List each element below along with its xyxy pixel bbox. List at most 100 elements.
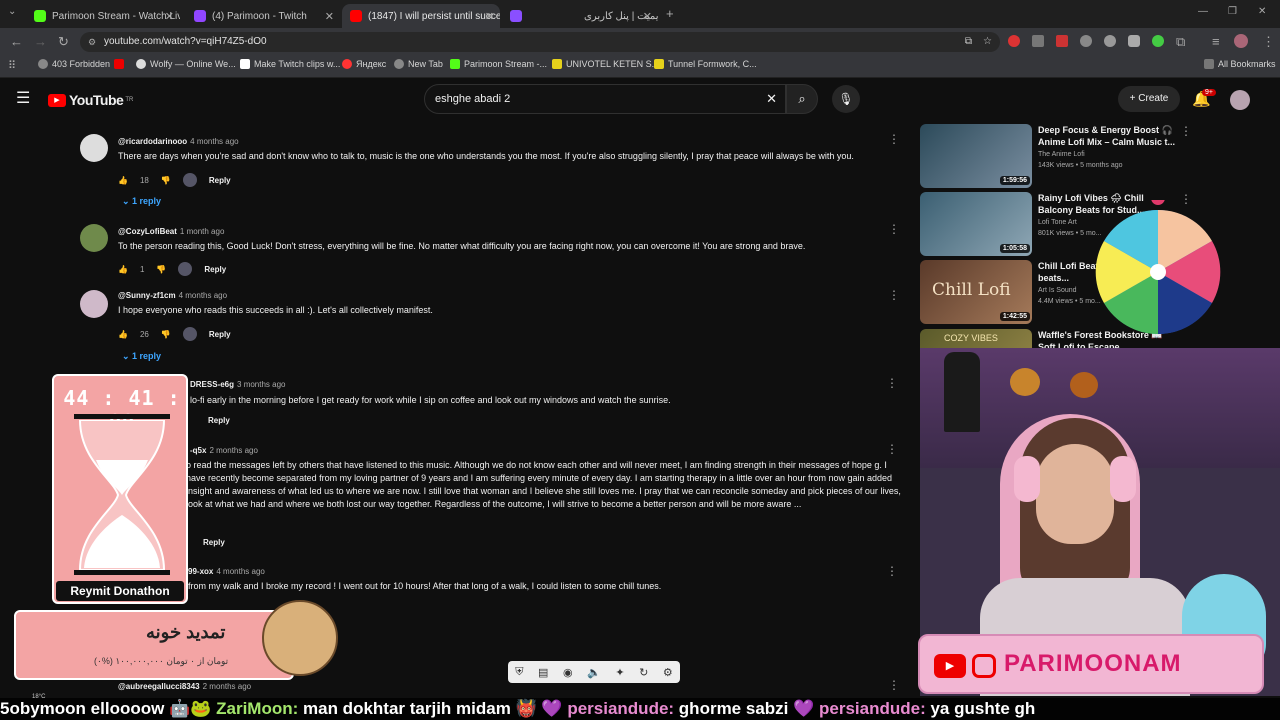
comment-author[interactable]: 99-xox [188,567,213,576]
comment-author[interactable]: @ricardodarinooo [118,137,187,146]
comment-time[interactable]: 1 month ago [180,227,224,236]
close-icon[interactable]: ✕ [643,10,652,23]
menu-icon[interactable]: ⋮ [1262,34,1275,50]
clear-search-icon[interactable]: ✕ [766,85,777,113]
comment-time[interactable]: 4 months ago [190,137,238,146]
extension-icon[interactable] [1104,35,1116,47]
bookmark-item[interactable]: UNIVOTEL KETEN S... [552,59,659,69]
bookmark-item[interactable]: Яндекс [342,59,386,69]
maximize-icon[interactable]: ❐ [1228,6,1237,17]
more-icon[interactable]: ⋮ [888,288,900,302]
more-icon[interactable]: ⋮ [886,442,898,456]
comment-author[interactable]: -q5x [190,446,206,455]
video-thumbnail[interactable]: COZY VIBES [920,329,1032,349]
star-icon[interactable]: ☆ [983,32,992,52]
volume-icon[interactable]: 🔈 [587,666,601,679]
search-input[interactable]: eshghe abadi 2 ✕ [424,84,786,114]
tab-twitch[interactable]: (4) Parimoon - Twitch ✕ [186,4,340,28]
new-tab-icon[interactable]: + [666,6,674,21]
cast-icon[interactable]: ⧉ [965,32,972,52]
comment-time[interactable]: 4 months ago [216,567,264,576]
video-title[interactable]: Deep Focus & Energy Boost 🎧 Anime Lofi M… [1038,124,1178,148]
dislike-icon[interactable]: 👎 [161,176,171,185]
reply-button[interactable]: Reply [209,176,231,185]
video-thumbnail[interactable]: 1:59:56 [920,124,1032,188]
puzzle-icon[interactable]: ⧉ [1176,34,1185,50]
like-icon[interactable]: 👍 [118,265,128,274]
replies-toggle[interactable]: ⌄ 1 reply [122,196,161,207]
reply-button[interactable]: Reply [203,538,225,547]
window-close-icon[interactable]: ✕ [1258,6,1266,17]
apps-icon[interactable]: ⠿ [8,59,16,72]
avatar[interactable] [80,290,108,318]
replies-toggle[interactable]: ⌄ 1 reply [122,351,161,362]
video-thumbnail[interactable]: Chill Lofi 1:42:55 [920,260,1032,324]
bookmark-item[interactable]: Parimoon Stream -... [450,59,547,69]
comment-time[interactable]: 2 months ago [203,682,251,691]
bookmark-item[interactable]: 403 Forbidden [38,59,110,69]
dislike-icon[interactable]: 👎 [161,330,171,339]
video-thumbnail[interactable]: 1:05:58 [920,192,1032,256]
avatar[interactable] [80,224,108,252]
more-icon[interactable]: ⋮ [1180,124,1192,138]
more-icon[interactable]: ⋮ [888,678,900,692]
create-button[interactable]: + Create [1118,86,1180,112]
voice-search-button[interactable]: 🎙 [832,85,860,113]
comment-author[interactable]: @aubreegallucci8343 [118,682,200,691]
dislike-icon[interactable]: 👎 [156,265,166,274]
refresh-icon[interactable]: ↻ [639,666,648,679]
clapper-icon[interactable]: ▤ [538,666,548,679]
reload-icon[interactable]: ↻ [58,34,69,50]
more-icon[interactable]: ⋮ [886,564,898,578]
hamburger-icon[interactable]: ☰ [16,88,30,108]
extension-icon[interactable] [1008,35,1020,47]
more-icon[interactable]: ⋮ [886,376,898,390]
tab-kick[interactable]: Parimoon Stream - Watch Live ... ✕ [26,4,180,28]
tab-reymit[interactable]: زیمیت | پنل کاربری ✕ [502,4,658,28]
close-icon[interactable]: ✕ [485,10,494,23]
extension-icon[interactable] [1032,35,1044,47]
video-channel[interactable]: Art Is Sound [1038,287,1077,294]
shield-icon[interactable]: ⛨ [515,666,523,679]
extension-icon[interactable] [1152,35,1164,47]
bookmark-item[interactable]: Wolfy — Online We... [136,59,236,69]
bookmark-item[interactable]: Tunnel Formwork, C... [654,59,757,69]
comment-author[interactable]: @Sunny-zf1cm [118,291,176,300]
comment-author[interactable]: DRESS-e6g [190,380,234,389]
more-icon[interactable]: ⋮ [888,132,900,146]
tab-groups-icon[interactable]: ≡ [1212,34,1220,49]
reply-button[interactable]: Reply [204,265,226,274]
like-icon[interactable]: 👍 [118,176,128,185]
reply-button[interactable]: Reply [209,330,231,339]
extension-icon[interactable] [1056,35,1068,47]
more-icon[interactable]: ⋮ [888,222,900,236]
url-bar[interactable]: ⚙ youtube.com/watch?v=qiH74Z5-dO0 ⧉ ☆ [80,32,1000,52]
profile-avatar[interactable] [1234,34,1248,48]
comment-time[interactable]: 4 months ago [179,291,227,300]
youtube-logo[interactable]: ▶ YouTube TR [48,92,133,108]
search-button[interactable]: ⌕ [786,84,818,114]
shield-icon[interactable] [1128,35,1140,47]
bookmark-item[interactable]: Make Twitch clips w... [240,59,340,69]
back-icon[interactable]: ← [10,34,23,49]
comment-time[interactable]: 3 months ago [237,380,285,389]
camera-icon[interactable]: ◉ [563,666,573,679]
forward-icon[interactable]: → [34,34,47,49]
all-bookmarks-button[interactable]: All Bookmarks [1204,59,1276,69]
related-video[interactable]: 1:59:56 Deep Focus & Energy Boost 🎧 Anim… [920,124,1260,188]
reply-button[interactable]: Reply [208,416,230,425]
tab-youtube[interactable]: (1847) I will persist until succes... ✕ [342,4,500,28]
avatar[interactable] [80,134,108,162]
extension-icon[interactable] [1080,35,1092,47]
close-icon[interactable]: ✕ [165,10,174,23]
like-icon[interactable]: 👍 [118,330,128,339]
comment-author[interactable]: @CozyLofiBeat [118,227,177,236]
bookmark-item[interactable] [114,59,128,69]
settings-icon[interactable]: ⚙ [663,666,673,679]
close-icon[interactable]: ✕ [325,10,334,23]
avatar[interactable] [1230,90,1250,110]
video-channel[interactable]: The Anime Lofi [1038,151,1085,158]
video-channel[interactable]: Lofi Tone Art [1038,219,1077,226]
site-info-icon[interactable]: ⚙ [88,32,96,52]
tab-search-icon[interactable]: ⌄ [8,6,16,17]
